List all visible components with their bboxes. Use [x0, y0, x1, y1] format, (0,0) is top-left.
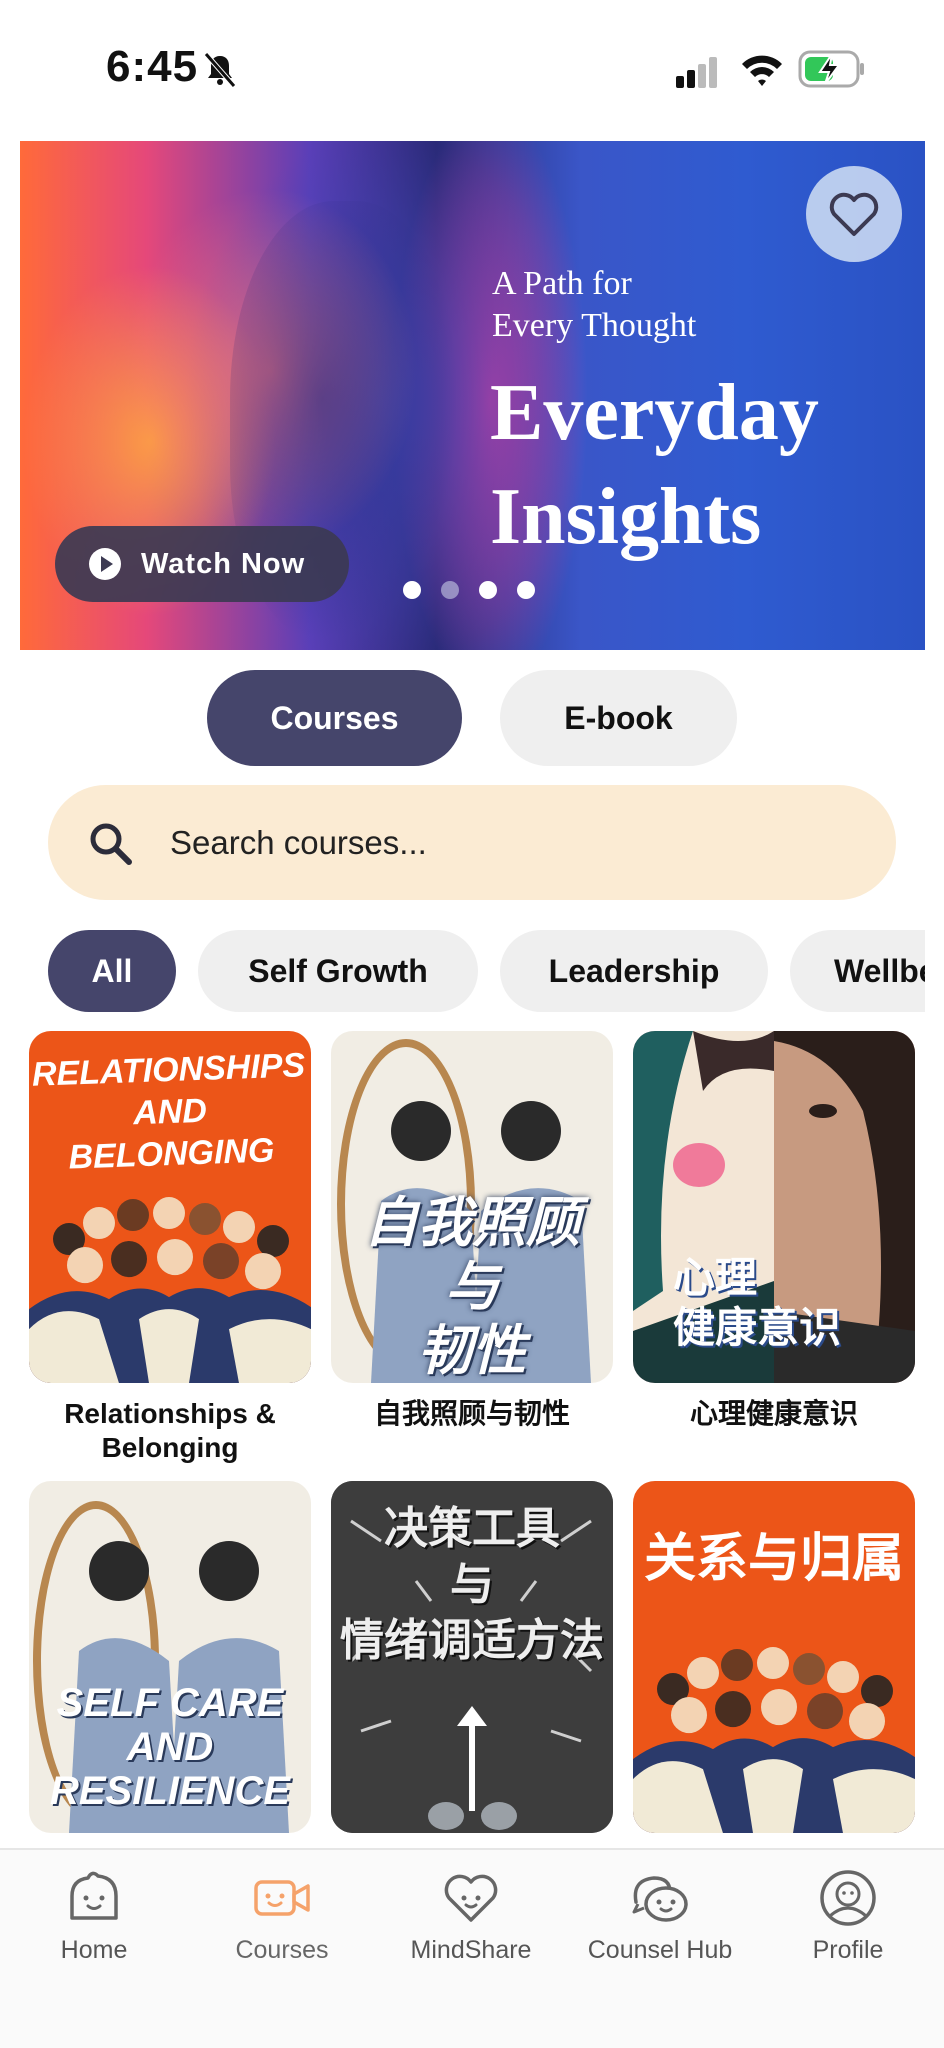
tab-label: Courses	[235, 1936, 329, 1964]
cellular-signal-icon	[676, 57, 717, 88]
course-title[interactable]: 自我照顾与韧性	[322, 1397, 622, 1431]
tab-ebook[interactable]: E-book	[500, 670, 737, 766]
carousel-dot[interactable]	[441, 581, 459, 599]
carousel-dot[interactable]	[479, 581, 497, 599]
tab-label: Counsel Hub	[587, 1936, 733, 1964]
tab-label: Profile	[812, 1936, 884, 1964]
bottom-tab-bar: Home Courses MindShare Counsel Hub Profi…	[0, 1848, 944, 2048]
group-hug-illustration	[29, 1196, 311, 1383]
course-title[interactable]: 心理健康意识	[624, 1397, 924, 1431]
course-card-self-care-cn[interactable]: 自我照顾 与 韧性	[331, 1031, 613, 1383]
status-time: 6:45	[106, 42, 199, 91]
tab-mindshare[interactable]: MindShare	[381, 1866, 561, 1965]
tab-home[interactable]: Home	[4, 1866, 184, 1965]
chip-self-growth[interactable]: Self Growth	[198, 930, 478, 1012]
course-art-text: 决策工具 与 情绪调适方法	[340, 1504, 604, 1665]
favorite-button[interactable]	[806, 166, 902, 262]
tab-profile[interactable]: Profile	[758, 1866, 938, 1965]
home-face-icon	[70, 1871, 118, 1920]
course-card-relationships-cn[interactable]: 关系与归属	[633, 1481, 915, 1833]
search-bar[interactable]	[48, 785, 896, 900]
wifi-icon	[742, 55, 782, 86]
tab-counsel-hub[interactable]: Counsel Hub	[570, 1866, 750, 1965]
chip-all[interactable]: All	[48, 930, 176, 1012]
course-card-decision-tools[interactable]: 决策工具 与 情绪调适方法	[331, 1481, 613, 1833]
tab-courses-nav[interactable]: Courses	[192, 1866, 372, 1965]
battery-charging-icon	[798, 50, 864, 88]
search-icon	[90, 823, 132, 865]
chip-wellbeing[interactable]: Wellbeing	[790, 930, 925, 1012]
course-art-text: 自我照顾 与 韧性	[364, 1193, 580, 1381]
tab-label: MindShare	[410, 1936, 532, 1964]
search-input[interactable]	[170, 823, 770, 862]
hero-banner[interactable]: A Path for Every Thought Everyday Insigh…	[20, 141, 925, 650]
course-art-text: 心理 健康意识	[673, 1254, 842, 1351]
course-card-self-care-resilience[interactable]: SELF CARE AND RESILIENCE	[29, 1481, 311, 1833]
chip-leadership[interactable]: Leadership	[500, 930, 768, 1012]
watch-now-button[interactable]: Watch Now	[55, 526, 349, 602]
carousel-dot[interactable]	[403, 581, 421, 599]
bell-muted-icon	[204, 52, 236, 88]
course-art-text: SELF CARE AND RESILIENCE	[49, 1681, 291, 1813]
carousel-dot[interactable]	[517, 581, 535, 599]
watch-now-label: Watch Now	[141, 547, 306, 580]
heart-icon	[829, 192, 879, 236]
course-card-relationships[interactable]: RELATIONSHIPS AND BELONGING	[29, 1031, 311, 1383]
hero-title: Everyday Insights	[490, 369, 819, 561]
course-art-text: RELATIONSHIPS AND BELONGING	[31, 1046, 306, 1177]
chat-bubbles-icon	[632, 1876, 688, 1922]
group-hug-illustration	[633, 1646, 915, 1833]
heart-icon	[444, 1874, 498, 1922]
profile-icon	[820, 1870, 876, 1926]
course-card-mental-health-cn[interactable]: 心理 健康意识	[633, 1031, 915, 1383]
course-art-text: 关系与归属	[643, 1530, 904, 1588]
hero-subtitle: A Path for Every Thought	[492, 265, 697, 344]
tab-courses[interactable]: Courses	[207, 670, 462, 766]
carousel-indicator[interactable]	[403, 581, 535, 599]
video-camera-icon	[254, 1880, 310, 1916]
play-icon	[89, 548, 121, 580]
course-title[interactable]: Relationships & Belonging	[20, 1397, 320, 1465]
status-bar: 6:45	[0, 0, 944, 140]
tab-label: Home	[60, 1936, 128, 1964]
category-chips[interactable]: All Self Growth Leadership Wellbeing	[48, 930, 925, 1012]
